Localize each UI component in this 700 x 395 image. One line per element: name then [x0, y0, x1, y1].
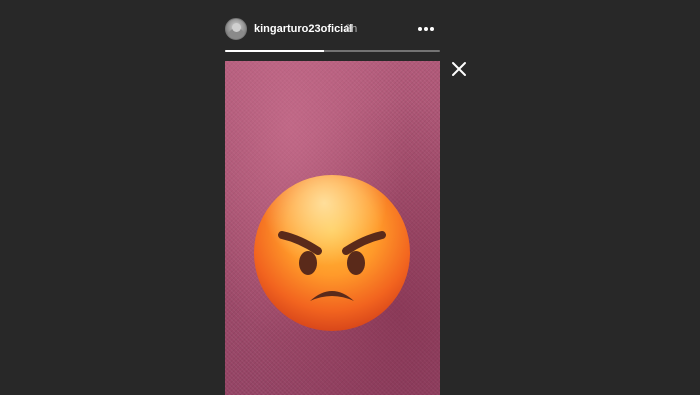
story-timestamp: 3h: [345, 23, 358, 35]
username-link[interactable]: kingarturo23oficial: [254, 23, 352, 35]
story-header: kingarturo23oficial 3h: [225, 14, 440, 46]
close-button[interactable]: [450, 60, 468, 78]
more-options-button[interactable]: [416, 20, 436, 38]
story-progress-fill: [225, 50, 324, 52]
story-media[interactable]: [225, 61, 440, 395]
avatar[interactable]: [225, 18, 247, 40]
angry-face-emoji: [254, 175, 410, 331]
story-progress-bar: [225, 50, 440, 52]
close-icon: [452, 62, 466, 76]
story-viewer: kingarturo23oficial 3h: [0, 0, 700, 395]
more-horizontal-icon: [418, 27, 434, 31]
